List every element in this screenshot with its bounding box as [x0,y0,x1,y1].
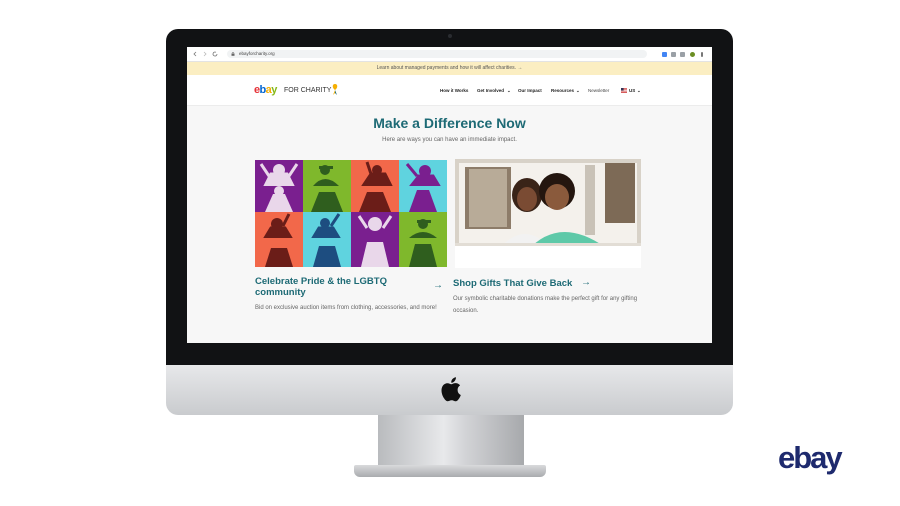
collage-tile [303,212,351,238]
collage-tile [303,160,351,186]
collage-tile [255,186,303,212]
collage-tile [351,238,399,267]
monitor-stand [378,415,524,467]
chevron-down-icon: ⌄ [507,88,511,93]
arrow-right-icon[interactable]: → [433,281,443,291]
collage-tile [351,186,399,212]
chevron-down-icon: ⌄ [637,88,641,93]
logo-subtitle: FOR CHARITY [284,87,332,94]
collage-tile [303,186,351,212]
logo-letter: y [271,84,277,96]
ebay-wordmark: ebay [254,83,277,97]
monitor-base [354,465,546,477]
ribbon-icon [332,84,338,95]
ebay-logo-text: ebay [778,440,843,475]
browser-toolbar: ebayforcharity.org [187,47,712,62]
extension-icon[interactable] [662,52,667,57]
arrow-right-icon[interactable]: → [581,278,591,288]
nav-newsletter[interactable]: Newsletter [588,88,609,94]
site-header: ebay FOR CHARITY How it Works Get Involv… [187,75,712,106]
collage-tile [351,160,399,186]
gifts-photo[interactable] [455,159,641,268]
page-subtitle: Here are ways you can have an immediate … [382,137,517,143]
page-title: Make a Difference Now [373,115,526,131]
ebay-logo: ebay [778,440,845,475]
apple-logo-icon [441,377,461,402]
announcement-banner[interactable]: Learn about managed payments and how it … [187,62,712,75]
pride-collage-image[interactable] [255,160,447,267]
collage-tile [399,212,447,238]
collage-tile [399,238,447,267]
profile-avatar[interactable] [690,52,695,57]
card-description: Bid on exclusive auction items from clot… [255,305,437,311]
card-description: Our symbolic charitable donations make t… [453,296,638,314]
monitor-chin [166,365,733,415]
address-bar[interactable] [227,50,647,58]
extension-icon[interactable] [680,52,685,57]
nav-region[interactable]: US [629,88,635,94]
nav-get-involved[interactable]: Get Involved [477,88,504,94]
collage-tile [351,212,399,238]
lock-icon [231,52,235,56]
collage-tile [399,186,447,212]
collage-tile [303,238,351,267]
nav-how-it-works[interactable]: How it Works [440,88,468,94]
url-text[interactable]: ebayforcharity.org [239,50,275,58]
collage-tile [255,160,303,186]
card-title[interactable]: Celebrate Pride & the LGBTQ community [255,276,425,298]
monitor-screen: ebayforcharity.org Learn about managed p… [187,47,712,343]
collage-tile [255,212,303,238]
back-icon[interactable] [192,51,198,57]
nav-resources[interactable]: Resources [551,88,574,94]
forward-icon[interactable] [202,51,208,57]
collage-tile [399,160,447,186]
extension-icon[interactable] [671,52,676,57]
menu-icon[interactable] [701,52,703,57]
camera [448,34,452,38]
reload-icon[interactable] [212,51,218,57]
collage-tile [255,238,303,267]
nav-our-impact[interactable]: Our Impact [518,88,542,94]
chevron-down-icon: ⌄ [576,88,580,93]
us-flag-icon [621,88,627,93]
